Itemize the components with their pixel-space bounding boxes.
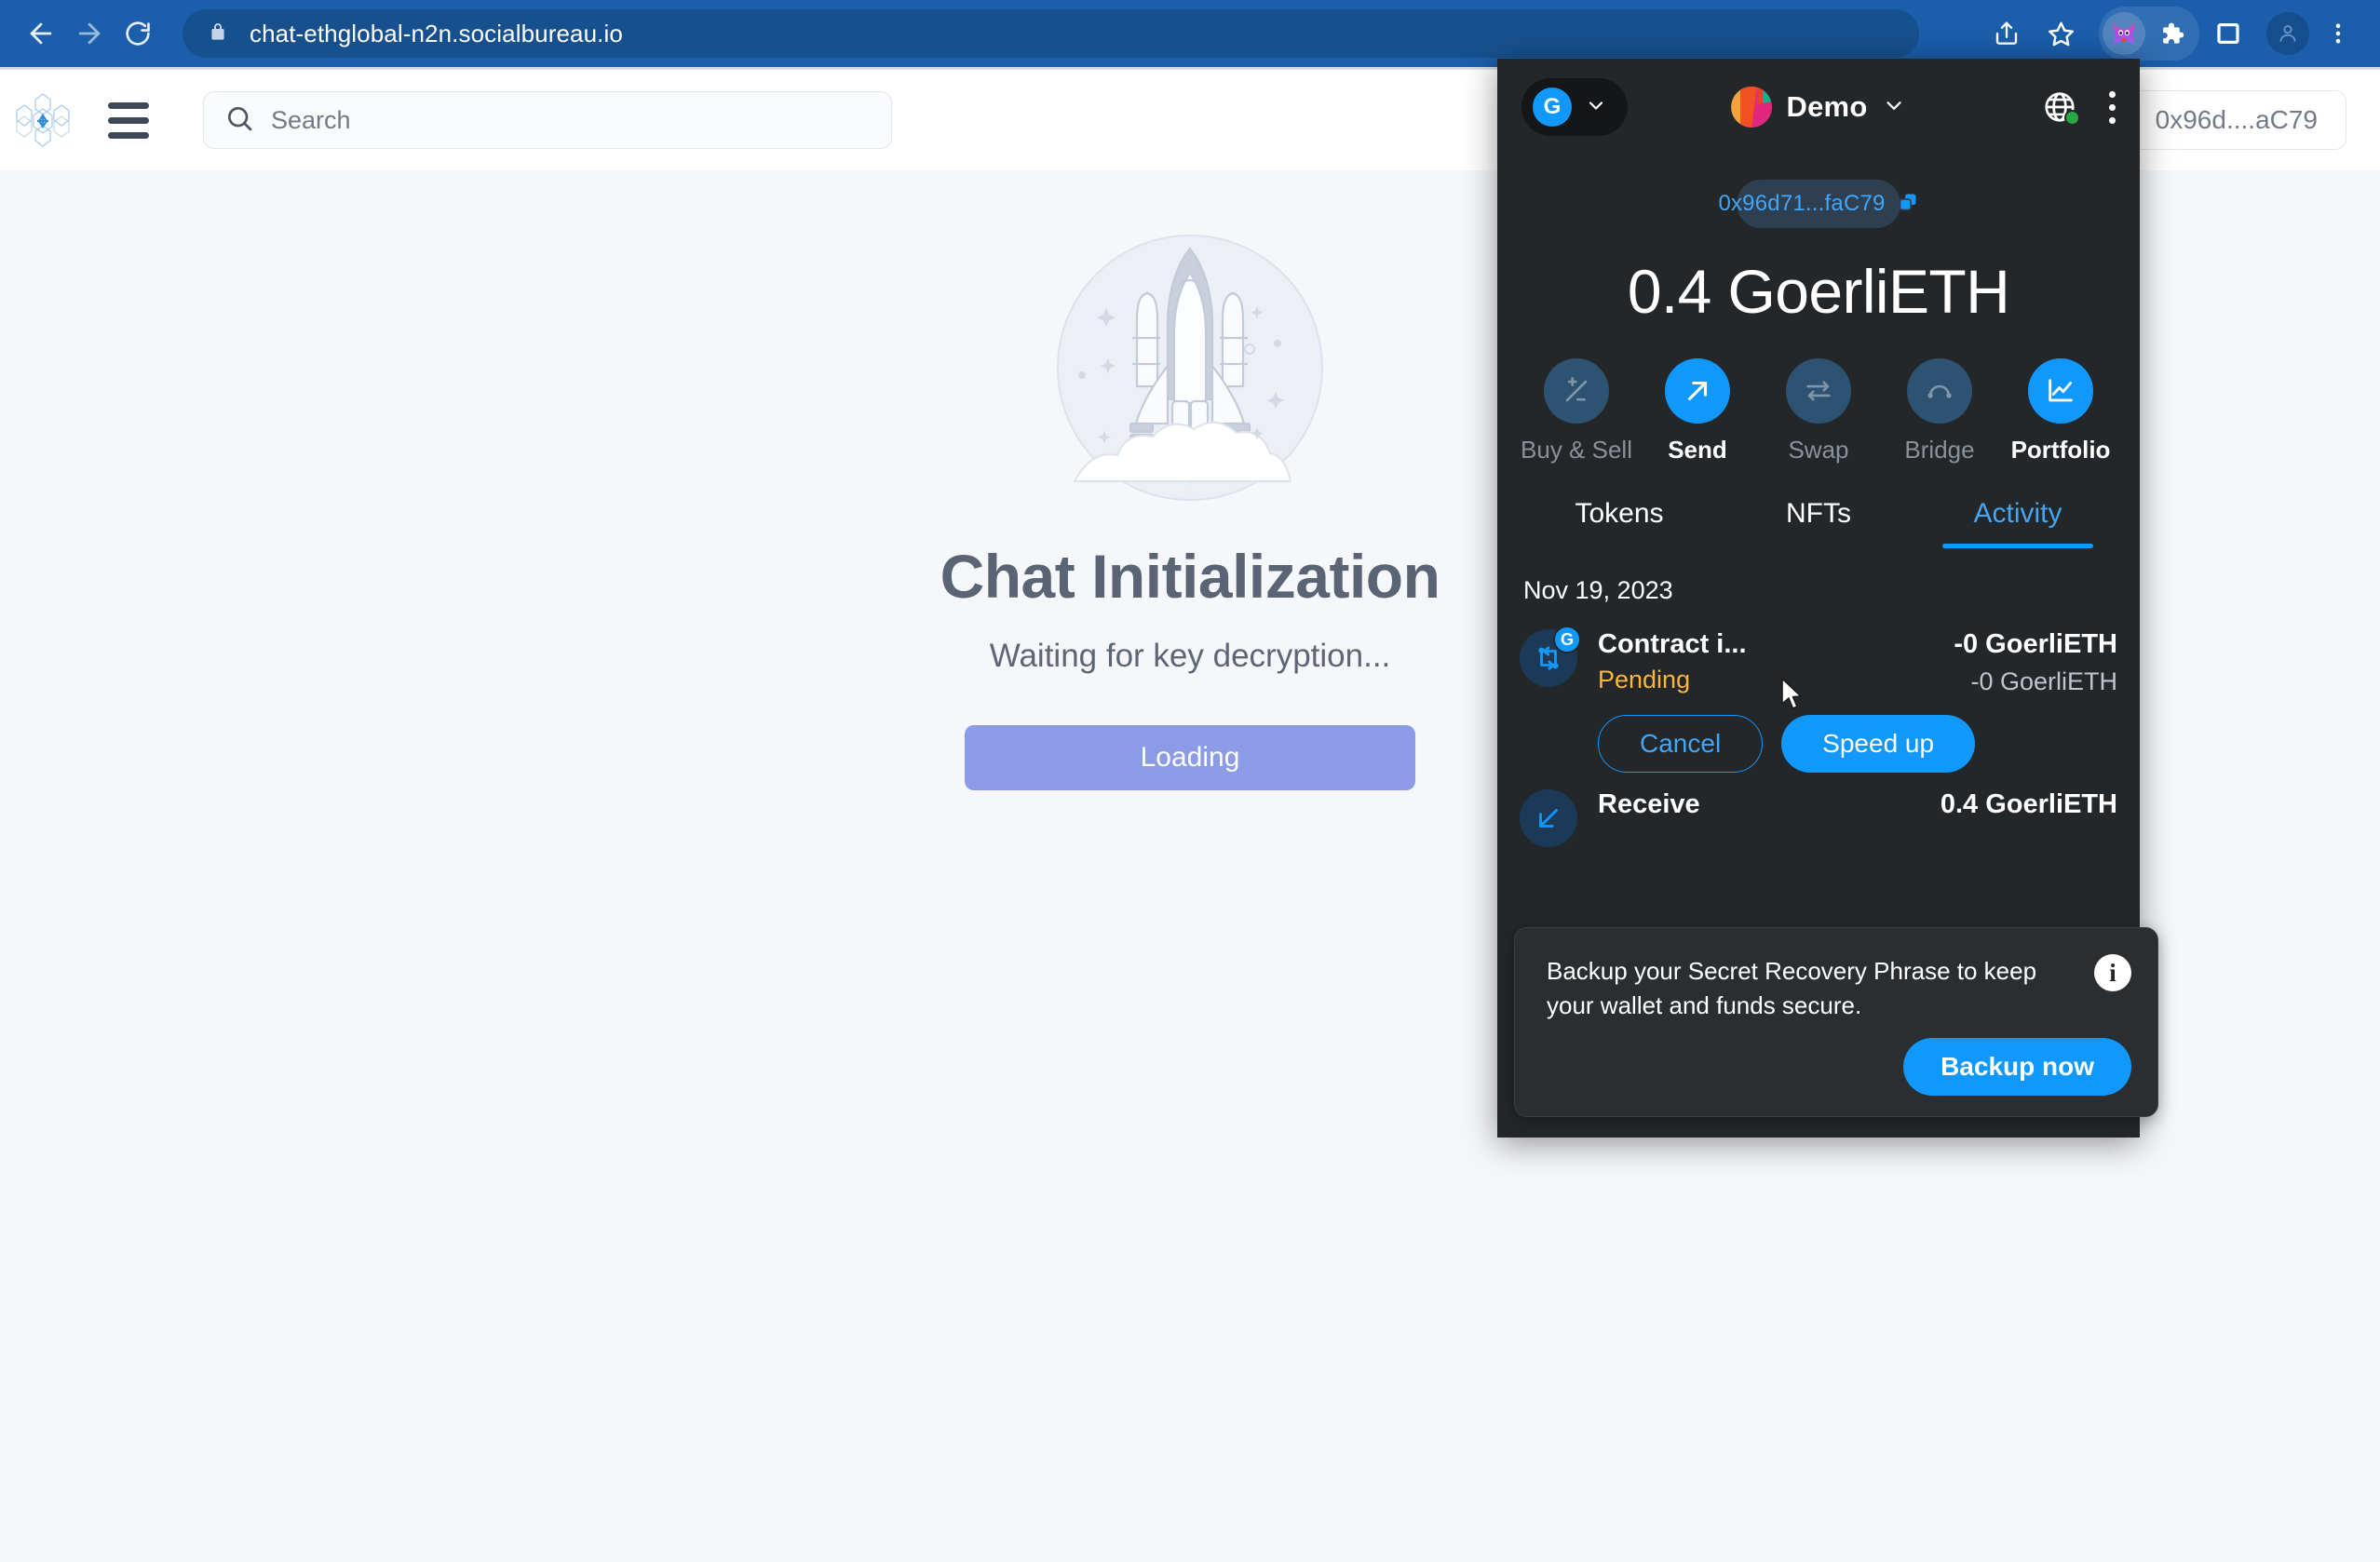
transaction-amount: -0 GoerliETH xyxy=(1954,629,2117,659)
bridge-arc-icon xyxy=(1907,358,1972,424)
bridge-label: Bridge xyxy=(1904,436,1975,464)
send-button[interactable]: Send xyxy=(1649,358,1746,465)
cube-network-logo[interactable] xyxy=(13,90,73,150)
three-dot-menu-icon[interactable] xyxy=(2109,90,2116,124)
swap-label: Swap xyxy=(1788,436,1849,464)
rocket-launch-illustration xyxy=(1050,228,1330,507)
search-input[interactable] xyxy=(271,105,871,135)
account-name: Demo xyxy=(1786,90,1868,123)
cancel-button[interactable]: Cancel xyxy=(1598,715,1764,773)
extensions-group xyxy=(2099,7,2199,61)
send-arrow-icon xyxy=(1665,358,1730,424)
network-badge: G xyxy=(1533,88,1572,127)
transaction-amount: 0.4 GoerliETH xyxy=(1940,789,2117,819)
tab-nfts[interactable]: NFTs xyxy=(1719,498,1918,548)
backup-notification: Backup your Secret Recovery Phrase to ke… xyxy=(1514,927,2158,1117)
account-identicon xyxy=(1730,87,1772,128)
transaction-amount-secondary: -0 GoerliETH xyxy=(1970,667,2117,695)
backup-message: Backup your Secret Recovery Phrase to ke… xyxy=(1547,957,2037,1019)
receive-icon xyxy=(1520,789,1577,847)
metamask-tabs: Tokens NFTs Activity xyxy=(1520,498,2117,548)
transaction-title: Receive xyxy=(1598,789,1700,819)
send-label: Send xyxy=(1668,436,1727,464)
hamburger-menu-icon[interactable] xyxy=(108,101,153,140)
speed-up-button[interactable]: Speed up xyxy=(1781,715,1976,773)
search-box[interactable] xyxy=(203,91,892,149)
activity-list: Nov 19, 2023 G Contract i... Pending -0 … xyxy=(1520,576,2117,847)
page-subtitle: Waiting for key decryption... xyxy=(989,638,1391,674)
info-icon[interactable]: i xyxy=(2094,954,2131,991)
forward-button[interactable] xyxy=(65,9,114,58)
bridge-button[interactable]: Bridge xyxy=(1891,358,1988,465)
contract-interaction-icon: G xyxy=(1520,626,1581,687)
tab-tokens[interactable]: Tokens xyxy=(1520,498,1719,548)
chevron-down-icon xyxy=(1585,94,1607,121)
copy-icon xyxy=(1897,191,1919,218)
connection-status-dot xyxy=(2064,110,2080,126)
portfolio-chart-icon xyxy=(2028,358,2093,424)
three-dot-menu-icon[interactable] xyxy=(2313,8,2363,59)
tab-activity[interactable]: Activity xyxy=(1918,498,2117,548)
page-title: Chat Initialization xyxy=(940,542,1440,611)
loading-button[interactable]: Loading xyxy=(965,725,1415,790)
wallet-address-chip[interactable]: 0x96d....aC79 xyxy=(2126,90,2346,150)
swap-arrows-icon xyxy=(1786,358,1851,424)
activity-row[interactable]: Receive 0.4 GoerliETH xyxy=(1520,789,2117,847)
lock-icon xyxy=(207,20,229,47)
transaction-status: Pending xyxy=(1598,666,1691,693)
search-icon xyxy=(224,103,254,138)
buy-sell-label: Buy & Sell xyxy=(1521,436,1632,464)
transaction-title: Contract i... xyxy=(1598,629,1747,659)
wallet-address-text: 0x96d71...faC79 xyxy=(1718,191,1886,216)
network-badge: G xyxy=(1553,626,1581,653)
copy-address-button[interactable]: 0x96d71...faC79 xyxy=(1718,180,1916,228)
profile-avatar-icon[interactable] xyxy=(2266,12,2309,55)
portfolio-label: Portfolio xyxy=(2010,436,2111,464)
swap-button[interactable]: Swap xyxy=(1770,358,1867,465)
metamask-body: 0x96d71...faC79 0.4 GoerliETH Buy & Sell… xyxy=(1497,180,2140,847)
buy-sell-button[interactable]: Buy & Sell xyxy=(1521,358,1632,465)
buy-sell-icon xyxy=(1544,358,1609,424)
browser-toolbar: chat-ethglobal-n2n.socialbureau.io xyxy=(0,0,2380,67)
metamask-fox-icon[interactable] xyxy=(2103,12,2145,55)
backup-now-button[interactable]: Backup now xyxy=(1903,1038,2131,1096)
puzzle-piece-icon[interactable] xyxy=(2145,8,2196,59)
wallet-actions: Buy & Sell Send Swap Bridge Portfolio xyxy=(1520,358,2117,465)
reload-button[interactable] xyxy=(114,9,162,58)
back-button[interactable] xyxy=(17,9,65,58)
activity-date-header: Nov 19, 2023 xyxy=(1523,576,1673,604)
transaction-actions: Cancel Speed up xyxy=(1520,715,2117,773)
url-text: chat-ethglobal-n2n.socialbureau.io xyxy=(250,19,623,47)
network-selector[interactable]: G xyxy=(1521,78,1628,136)
star-icon[interactable] xyxy=(2035,8,2086,59)
wallet-balance: 0.4 GoerliETH xyxy=(1627,257,2010,326)
chevron-down-icon xyxy=(1882,93,1906,122)
metamask-header: G Demo xyxy=(1497,59,2140,155)
address-bar[interactable]: chat-ethglobal-n2n.socialbureau.io xyxy=(183,9,1919,58)
side-panel-icon[interactable] xyxy=(2203,8,2253,59)
metamask-header-actions xyxy=(2042,89,2116,126)
browser-toolbar-actions xyxy=(1981,7,2363,61)
globe-icon[interactable] xyxy=(2042,89,2080,126)
portfolio-button[interactable]: Portfolio xyxy=(2010,358,2111,465)
share-icon[interactable] xyxy=(1981,8,2032,59)
activity-row[interactable]: G Contract i... Pending -0 GoerliETH -0 … xyxy=(1520,626,2117,696)
